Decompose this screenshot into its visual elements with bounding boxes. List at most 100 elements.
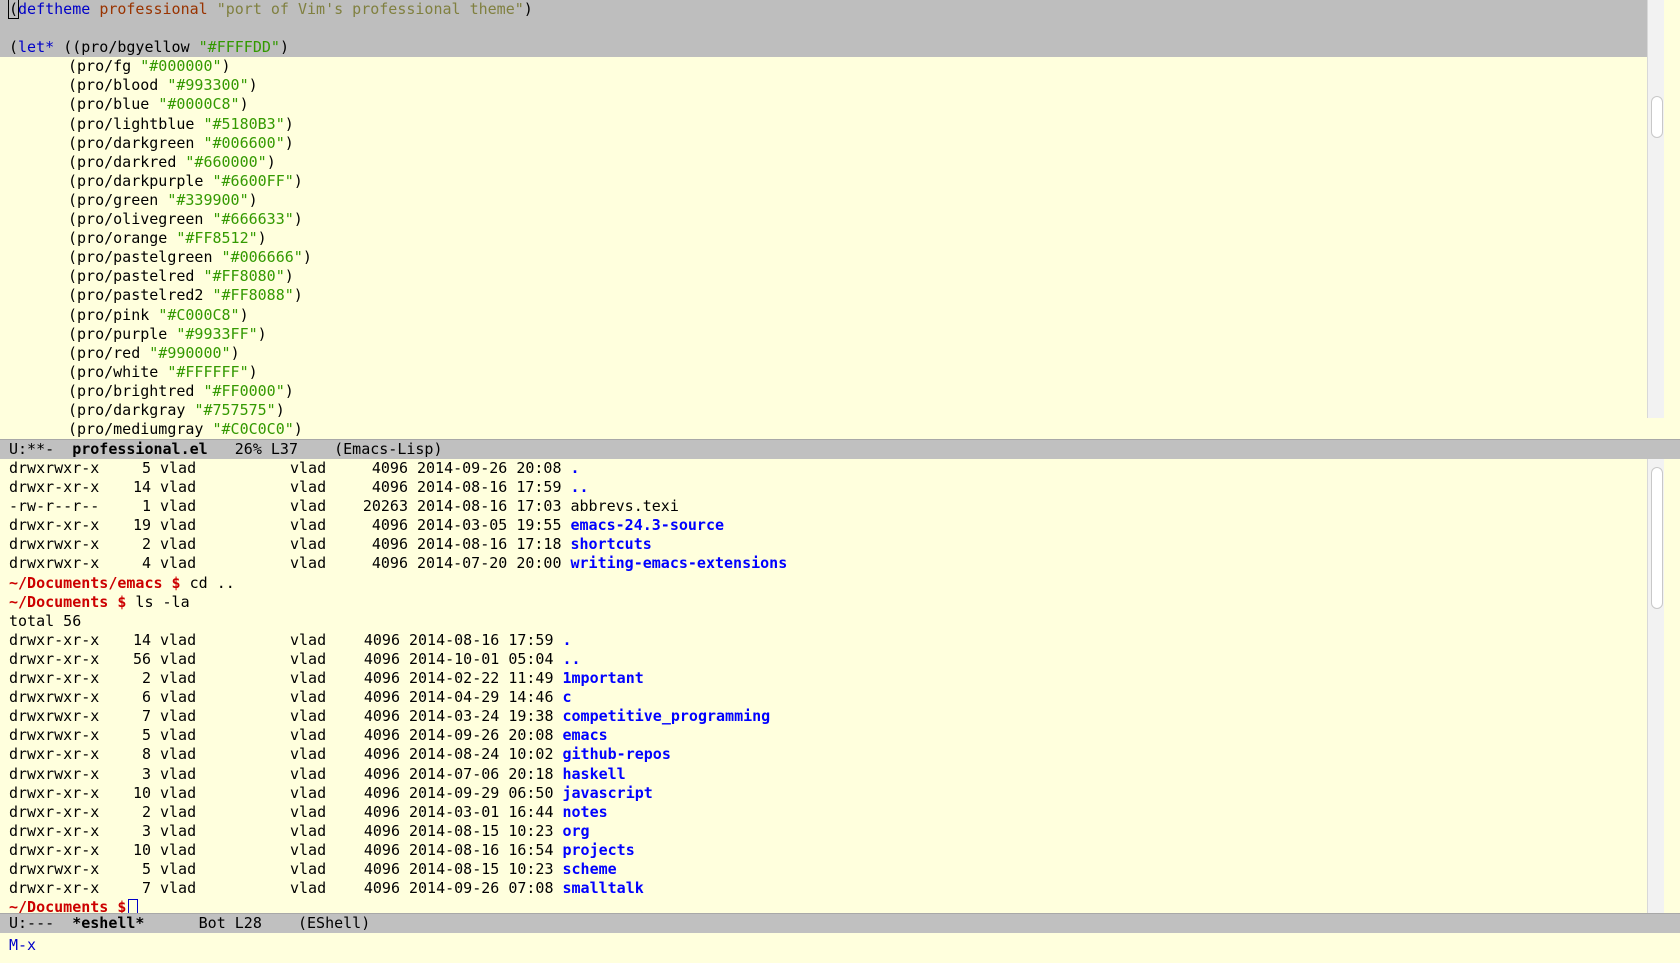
code-line-binding: (pro/pink "#C000C8")	[68, 305, 249, 324]
file-group: vlad	[290, 478, 327, 497]
eshell-command-line: ~/Documents $ ls -la	[9, 592, 190, 611]
file-date: 2014-08-16 17:03	[417, 497, 562, 516]
directory-link[interactable]: notes	[563, 803, 608, 821]
code-line-binding: (pro/pastelred2 "#FF8088")	[68, 286, 303, 305]
directory-link[interactable]: org	[563, 822, 590, 840]
directory-link[interactable]: c	[563, 688, 572, 706]
directory-link[interactable]: ..	[571, 478, 589, 496]
eshell-scrollbar-thumb[interactable]	[1651, 467, 1663, 609]
file-owner: vlad	[160, 783, 197, 802]
code-line-binding: (pro/blood "#993300")	[68, 76, 258, 95]
file-owner: vlad	[160, 630, 197, 649]
directory-link[interactable]: shortcuts	[571, 535, 652, 553]
minibuffer[interactable]: M-x	[0, 934, 1680, 963]
file-owner: vlad	[160, 879, 197, 898]
minibuffer-text: M-x	[9, 936, 37, 954]
buffer-name[interactable]: *eshell*	[72, 914, 144, 932]
eshell-mode-line: U:--- *eshell* Bot L28 (EShell)	[0, 913, 1680, 933]
file-owner: vlad	[160, 707, 197, 726]
binding-name: (pro/orange	[68, 229, 177, 248]
file-permissions: drwxr-xr-x	[9, 669, 100, 688]
file-date: 2014-07-20 20:00	[417, 554, 562, 573]
directory-link[interactable]: competitive_programming	[563, 707, 771, 725]
file-permissions: drwxr-xr-x	[9, 630, 100, 649]
code-line-binding: (pro/mediumgray "#C0C0C0")	[68, 420, 303, 439]
major-mode[interactable]: (EShell)	[298, 914, 370, 932]
table-row: drwxr-xr-x 14 vlad vlad 4096 2014-08-16 17:59…	[0, 478, 1664, 497]
table-row: drwxrwxr-x 7 vlad vlad 4096 2014-03-24 19:38 c…	[0, 707, 1664, 726]
file-permissions: -rw-r--r--	[9, 497, 100, 516]
file-group: vlad	[290, 649, 327, 668]
major-mode[interactable]: (Emacs-Lisp)	[334, 440, 442, 458]
editor-scrollbar[interactable]	[1647, 0, 1664, 418]
color-string: "#FF8080"	[203, 267, 285, 286]
directory-link[interactable]: smalltalk	[563, 879, 644, 897]
editor-window[interactable]: (deftheme professional "port of Vim's pr…	[0, 0, 1664, 440]
table-row: drwxr-xr-x 2 vlad vlad 4096 2014-03-01 16:44 n…	[0, 803, 1664, 822]
binding-name: (pro/lightblue	[68, 114, 204, 133]
code-line-binding: (pro/olivegreen "#666633")	[68, 210, 303, 229]
binding-name: (pro/pastelgreen	[68, 248, 222, 267]
file-date: 2014-03-05 19:55	[417, 516, 562, 535]
file-links: 10	[132, 783, 151, 802]
file-group: vlad	[290, 497, 327, 516]
file-links: 2	[141, 802, 151, 821]
directory-link[interactable]: writing-emacs-extensions	[571, 554, 788, 572]
file-permissions: drwxrwxr-x	[9, 764, 100, 783]
directory-link[interactable]: emacs-24.3-source	[571, 516, 725, 534]
text-cursor: (	[7, 0, 20, 19]
buffer-name[interactable]: professional.el	[72, 440, 207, 458]
file-owner: vlad	[160, 459, 197, 477]
eshell-window[interactable]: drwxrwxr-x 5 vlad vlad 4096 2014-09-26 20:08.…	[0, 459, 1664, 917]
theme-name: professional	[99, 0, 208, 18]
file-owner: vlad	[160, 688, 197, 707]
directory-link[interactable]: emacs	[563, 726, 608, 744]
file-links: 5	[141, 459, 151, 477]
file-links: 4	[141, 554, 151, 573]
directory-link[interactable]: 1mportant	[563, 669, 644, 687]
file-group: vlad	[290, 459, 327, 477]
directory-link[interactable]: .	[571, 459, 580, 477]
file-date: 2014-08-16 17:59	[417, 478, 562, 497]
file-date: 2014-03-01 16:44	[409, 802, 554, 821]
table-row: drwxr-xr-x 3 vlad vlad 4096 2014-08-15 10:23 o…	[0, 822, 1664, 841]
directory-link[interactable]: ..	[563, 650, 581, 668]
code-line-binding: (pro/darkpurple "#6600FF")	[68, 171, 303, 190]
table-row: drwxr-xr-x 7 vlad vlad 4096 2014-09-26 07:08 s…	[0, 879, 1664, 898]
file-size: 4096	[371, 516, 408, 535]
file-links: 2	[141, 669, 151, 688]
editor-text-area[interactable]: (deftheme professional "port of Vim's pr…	[0, 0, 1652, 439]
code-line-binding: (pro/darkgray "#757575")	[68, 400, 285, 419]
code-line-binding: (pro/blue "#0000C8")	[68, 95, 249, 114]
code-line-binding: (pro/pastelgreen "#006666")	[68, 248, 312, 267]
directory-link[interactable]: haskell	[563, 765, 626, 783]
binding-name: (pro/darkgray	[68, 400, 195, 419]
file-permissions: drwxr-xr-x	[9, 879, 100, 898]
keyword-deftheme: deftheme	[18, 0, 91, 18]
binding-name: (pro/fg	[68, 57, 141, 76]
file-permissions: drwxr-xr-x	[9, 516, 100, 535]
file-group: vlad	[290, 535, 327, 554]
file-group: vlad	[290, 707, 327, 726]
table-row: drwxrwxr-x 2 vlad vlad 4096 2014-08-16 17:18 s…	[0, 535, 1664, 554]
directory-link[interactable]: scheme	[563, 860, 617, 878]
file-links: 7	[141, 879, 151, 898]
code-line-deftheme: (deftheme professional "port of Vim's pr…	[7, 0, 533, 19]
editor-scrollbar-thumb[interactable]	[1651, 96, 1663, 138]
directory-link[interactable]: .	[563, 631, 572, 649]
file-permissions: drwxrwxr-x	[9, 535, 100, 554]
file-permissions: drwxrwxr-x	[9, 707, 100, 726]
directory-link[interactable]: javascript	[563, 784, 653, 802]
file-group: vlad	[290, 745, 327, 764]
directory-link[interactable]: github-repos	[563, 745, 671, 763]
eshell-listing-previous: drwxrwxr-x 5 vlad vlad 4096 2014-09-26 20:08.…	[0, 459, 1664, 574]
file-size: 4096	[363, 745, 400, 764]
file-date: 2014-07-06 20:18	[409, 764, 554, 783]
file-permissions: drwxrwxr-x	[9, 459, 100, 477]
file-group: vlad	[290, 821, 327, 840]
eshell-prompt: ~/Documents/emacs $	[9, 573, 181, 592]
directory-link[interactable]: projects	[563, 841, 635, 859]
buffer-position: 26% L37	[234, 440, 298, 458]
eshell-scrollbar[interactable]	[1647, 459, 1664, 914]
